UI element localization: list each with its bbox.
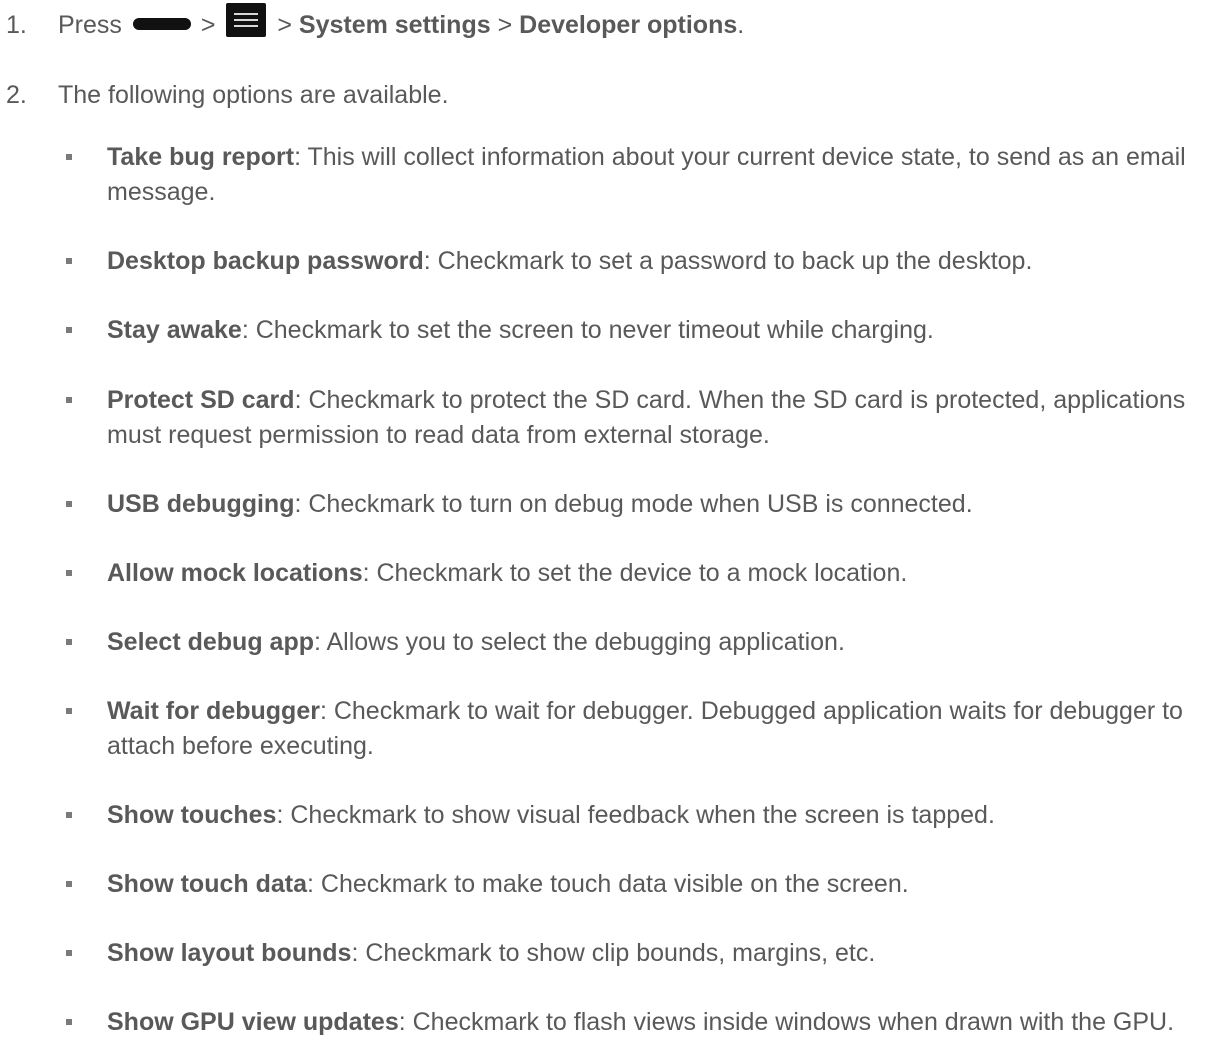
press-text: Press — [58, 11, 122, 39]
option-desc: : Checkmark to set a password to back up… — [423, 247, 1033, 275]
step-number: 2. — [6, 81, 27, 109]
option-item: Protect SD card: Checkmark to protect th… — [66, 383, 1211, 453]
option-item: Take bug report: This will collect infor… — [66, 140, 1211, 210]
option-item: Desktop backup password: Checkmark to se… — [66, 244, 1211, 279]
option-title: USB debugging — [107, 490, 295, 518]
bullet-icon — [66, 397, 72, 403]
option-desc: : Checkmark to flash views inside window… — [398, 1008, 1175, 1036]
option-item: Allow mock locations: Checkmark to set t… — [66, 556, 1211, 591]
step-end: . — [737, 11, 745, 39]
option-desc: : Checkmark to set the device to a mock … — [362, 559, 908, 587]
option-desc: : Checkmark to show clip bounds, margins… — [351, 939, 876, 967]
bullet-icon — [66, 570, 72, 576]
option-title: Allow mock locations — [107, 559, 363, 587]
option-item: Show GPU view updates: Checkmark to flas… — [66, 1005, 1211, 1040]
option-item: USB debugging: Checkmark to turn on debu… — [66, 487, 1211, 522]
option-title: Protect SD card — [107, 386, 295, 414]
option-item: Show touch data: Checkmark to make touch… — [66, 867, 1211, 902]
option-title: Wait for debugger — [107, 697, 320, 725]
option-title: Show GPU view updates — [107, 1008, 399, 1036]
option-title: Show layout bounds — [107, 939, 352, 967]
option-title: Take bug report — [107, 143, 295, 171]
option-item: Select debug app: Allows you to select t… — [66, 625, 1211, 660]
bullet-icon — [66, 501, 72, 507]
bullet-icon — [66, 639, 72, 645]
option-title: Show touch data — [107, 870, 307, 898]
step-1: 1. Press > > System settings > Developer … — [6, 3, 745, 43]
option-title: Select debug app — [107, 628, 314, 656]
developer-options-label: Developer options — [519, 11, 738, 39]
option-item: Wait for debugger: Checkmark to wait for… — [66, 694, 1211, 764]
separator: > — [497, 11, 513, 39]
option-title: Show touches — [107, 801, 277, 829]
step-text: The following options are available. — [58, 81, 449, 109]
separator: > — [277, 11, 292, 39]
home-key-icon — [132, 18, 191, 31]
option-item: Show touches: Checkmark to show visual f… — [66, 798, 1211, 833]
bullet-icon — [66, 154, 72, 160]
option-title: Desktop backup password — [107, 247, 424, 275]
step-2: 2. The following options are available. — [6, 78, 449, 113]
step-number: 1. — [6, 11, 27, 39]
system-settings-label: System settings — [298, 11, 491, 39]
option-item: Stay awake: Checkmark to set the screen … — [66, 313, 1211, 348]
option-desc: : Checkmark to make touch data visible o… — [307, 870, 909, 898]
bullet-icon — [66, 708, 72, 714]
option-desc: : Checkmark to show visual feedback when… — [276, 801, 995, 829]
option-desc: : Checkmark to set the screen to never t… — [241, 316, 934, 344]
bullet-icon — [66, 950, 72, 956]
separator: > — [200, 11, 216, 39]
bullet-icon — [66, 327, 72, 333]
menu-key-icon — [226, 3, 267, 38]
bullet-icon — [66, 812, 72, 818]
bullet-icon — [66, 881, 72, 887]
option-desc: : Checkmark to turn on debug mode when U… — [294, 490, 973, 518]
bullet-icon — [66, 258, 72, 264]
option-title: Stay awake — [107, 316, 242, 344]
option-item: Show layout bounds: Checkmark to show cl… — [66, 936, 1211, 971]
option-desc: : Allows you to select the debugging app… — [313, 628, 845, 656]
bullet-icon — [66, 1019, 72, 1025]
